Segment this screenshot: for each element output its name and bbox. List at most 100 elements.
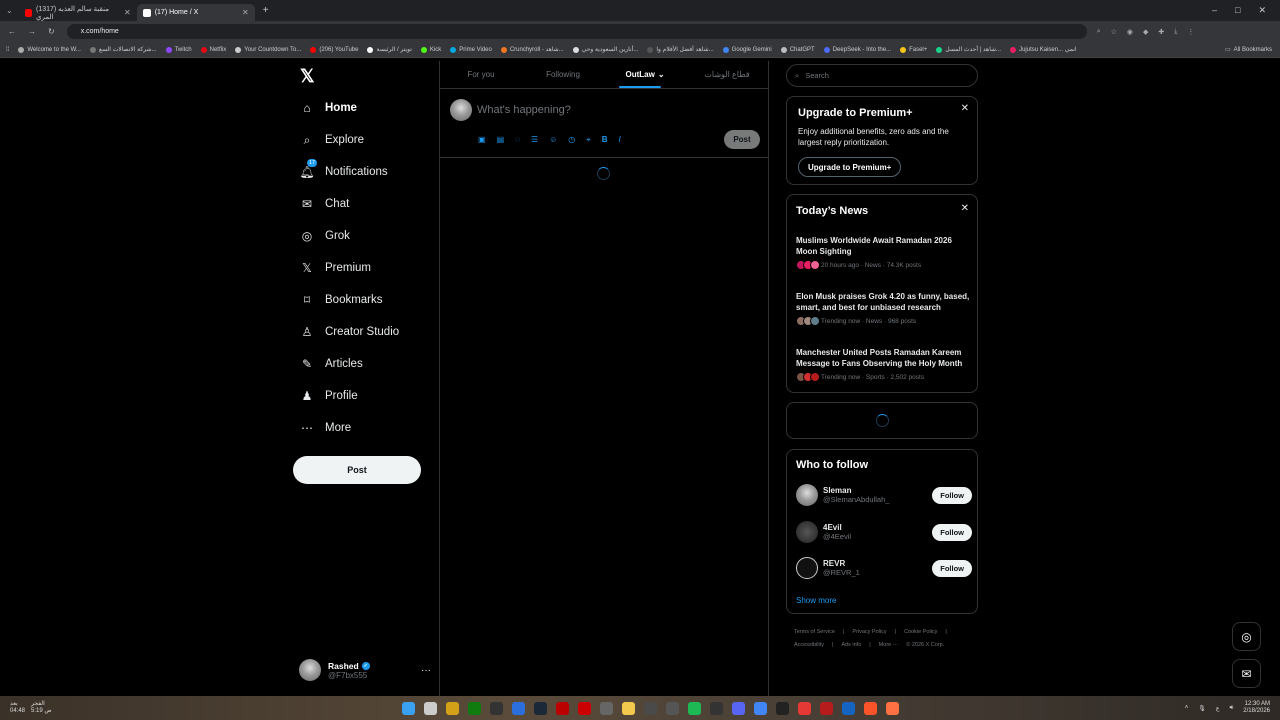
tab-for-you[interactable]: For you <box>440 61 522 88</box>
tab-following[interactable]: Following <box>522 61 604 88</box>
bookmark-item[interactable]: شاهد | أحدث المسل... <box>936 46 1001 53</box>
follow-suggestion[interactable]: 4Evil @4Eevil Follow <box>796 519 972 545</box>
tab-list-arabic[interactable]: قطاع الوشات <box>686 61 768 88</box>
nav-home[interactable]: ⌂ Home <box>300 101 357 115</box>
app-icon[interactable] <box>512 701 525 715</box>
grok-float-button[interactable]: ◎ <box>1232 622 1261 651</box>
location-icon[interactable]: ⌖ <box>586 135 591 145</box>
bookmark-item[interactable]: Google Gemini <box>722 46 772 53</box>
tab-outlaw[interactable]: OutLaw ⌄ <box>604 61 686 88</box>
bookmark-item[interactable]: تويتر / الرئيسة <box>367 46 412 53</box>
browser-tab-youtube[interactable]: (1317) منقبة سالم العذبه المري ✕ <box>19 4 137 21</box>
shield-icon[interactable]: ◆ <box>1143 28 1148 36</box>
language-indicator[interactable]: ع <box>1216 705 1220 712</box>
bookmark-item[interactable]: Kick <box>420 46 441 53</box>
follow-suggestion[interactable]: Sleman @SlemanAbdullah_ Follow <box>796 482 972 508</box>
mic-icon[interactable]: 🎙︎ <box>1198 705 1206 712</box>
new-tab-button[interactable]: + <box>255 5 277 16</box>
privacy-link[interactable]: Privacy Policy <box>852 629 886 635</box>
forward-icon[interactable]: → <box>28 27 36 36</box>
nav-notifications[interactable]: 🔔︎ 17 Notifications <box>299 159 388 179</box>
close-window-button[interactable]: ✕ <box>1258 5 1266 16</box>
chevron-up-icon[interactable]: ˄ <box>1185 705 1189 711</box>
composer-input[interactable]: What's happening? <box>477 104 571 116</box>
nav-explore[interactable]: ⌕ Explore <box>300 133 364 147</box>
zoom-icon[interactable]: ⌕ <box>1097 28 1101 36</box>
upgrade-premium-button[interactable]: Upgrade to Premium+ <box>798 157 902 177</box>
app-icon[interactable] <box>798 701 811 715</box>
app-icon[interactable] <box>886 701 899 715</box>
emoji-icon[interactable]: ☺ <box>549 135 557 145</box>
close-tab-icon[interactable]: ✕ <box>124 8 131 17</box>
close-tab-icon[interactable]: ✕ <box>242 8 249 17</box>
bookmark-item[interactable]: Jujutsu Kaisen... انمي <box>1010 46 1077 53</box>
discord-icon[interactable] <box>732 701 745 715</box>
bookmark-item[interactable]: أنارين السعودية وحي... <box>572 46 638 53</box>
extension-icon[interactable]: ◉ <box>1127 28 1133 36</box>
apps-icon[interactable]: ⁞⁞ <box>6 47 9 53</box>
follow-button[interactable]: Follow <box>932 486 972 504</box>
epic-icon[interactable] <box>490 701 503 715</box>
windows-start-icon[interactable] <box>402 701 415 715</box>
all-bookmarks[interactable]: ▭ All Bookmarks <box>1225 46 1280 54</box>
nav-bookmarks[interactable]: ⌑ Bookmarks <box>300 293 383 307</box>
schedule-icon[interactable]: ◷ <box>568 135 575 145</box>
accessibility-link[interactable]: Accessibility <box>794 642 824 648</box>
ads-info-link[interactable]: Ads info <box>841 642 861 648</box>
bold-icon[interactable]: B <box>602 135 608 145</box>
puzzle-icon[interactable]: ✚ <box>1158 28 1164 36</box>
composer-post-button[interactable]: Post <box>724 130 760 149</box>
nav-premium[interactable]: 𝕏 Premium <box>300 261 371 275</box>
minimize-button[interactable]: – <box>1212 5 1217 16</box>
news-item[interactable]: Muslims Worldwide Await Ramadan 2026 Moo… <box>796 235 972 270</box>
nav-more[interactable]: ⋯ More <box>300 421 351 435</box>
nav-grok[interactable]: ◎ Grok <box>300 229 350 243</box>
tab-search-icon[interactable]: ⌄ <box>0 6 19 15</box>
news-item[interactable]: Manchester United Posts Ramadan Kareem M… <box>796 347 972 382</box>
nav-articles[interactable]: ✎ Articles <box>300 357 363 371</box>
nav-chat[interactable]: ✉ Chat <box>300 197 349 211</box>
app-icon[interactable] <box>776 701 789 715</box>
italic-icon[interactable]: I <box>619 135 621 145</box>
grok-icon[interactable]: ◌ <box>515 135 520 145</box>
chatgpt-icon[interactable] <box>600 701 613 715</box>
volume-icon[interactable]: 🔊︎ <box>1230 705 1234 712</box>
url-field[interactable]: x.com/home <box>66 24 1087 39</box>
chrome-icon[interactable] <box>754 701 767 715</box>
back-icon[interactable]: ← <box>8 27 16 36</box>
bookmark-item[interactable]: Fasel+ <box>900 46 927 53</box>
account-switcher[interactable]: Rashed ✓ @F7bx555 ··· <box>299 659 431 681</box>
bookmark-item[interactable]: شركة الاتصالات السع... <box>89 46 157 53</box>
star-icon[interactable]: ☆ <box>1111 28 1117 36</box>
bookmark-item[interactable]: ChatGPT <box>780 46 815 53</box>
bookmark-item[interactable]: Welcome to the W... <box>18 46 81 53</box>
messages-float-button[interactable]: ✉ <box>1232 659 1261 688</box>
news-item[interactable]: Elon Musk praises Grok 4.20 as funny, ba… <box>796 291 972 326</box>
terms-link[interactable]: Terms of Service <box>794 629 835 635</box>
bookmark-item[interactable]: Twitch <box>165 46 192 53</box>
show-more-link[interactable]: Show more <box>796 596 836 605</box>
follow-button[interactable]: Follow <box>932 523 972 541</box>
nav-profile[interactable]: ♟ Profile <box>300 389 358 403</box>
close-icon[interactable]: ✕ <box>961 103 969 114</box>
poll-icon[interactable]: ☰ <box>531 135 538 145</box>
app-icon[interactable] <box>556 701 569 715</box>
download-icon[interactable]: ⤓ <box>1174 28 1177 36</box>
clock[interactable]: 12:30 AM 2/18/2026 <box>1243 701 1270 715</box>
app-icon[interactable] <box>644 701 657 715</box>
folder-icon[interactable] <box>622 701 635 715</box>
app-icon[interactable] <box>446 701 459 715</box>
media-icon[interactable]: ▣ <box>478 135 486 145</box>
x-logo-icon[interactable]: 𝕏 <box>300 66 315 87</box>
reload-icon[interactable]: ↻ <box>48 27 55 36</box>
post-button[interactable]: Post <box>293 456 421 484</box>
maximize-button[interactable]: □ <box>1235 5 1240 16</box>
bookmark-item[interactable]: Crunchyroll - شاهد... <box>500 46 564 53</box>
brave-icon[interactable] <box>864 701 877 715</box>
follow-suggestion[interactable]: REVR @REVR_1 Follow <box>796 555 972 581</box>
bookmark-item[interactable]: Prime Video <box>450 46 492 53</box>
bookmark-item[interactable]: Your Countdown To... <box>235 46 301 53</box>
close-icon[interactable]: ✕ <box>961 203 969 214</box>
bookmark-item[interactable]: Netflix <box>200 46 226 53</box>
more-link[interactable]: More ··· <box>879 642 899 648</box>
